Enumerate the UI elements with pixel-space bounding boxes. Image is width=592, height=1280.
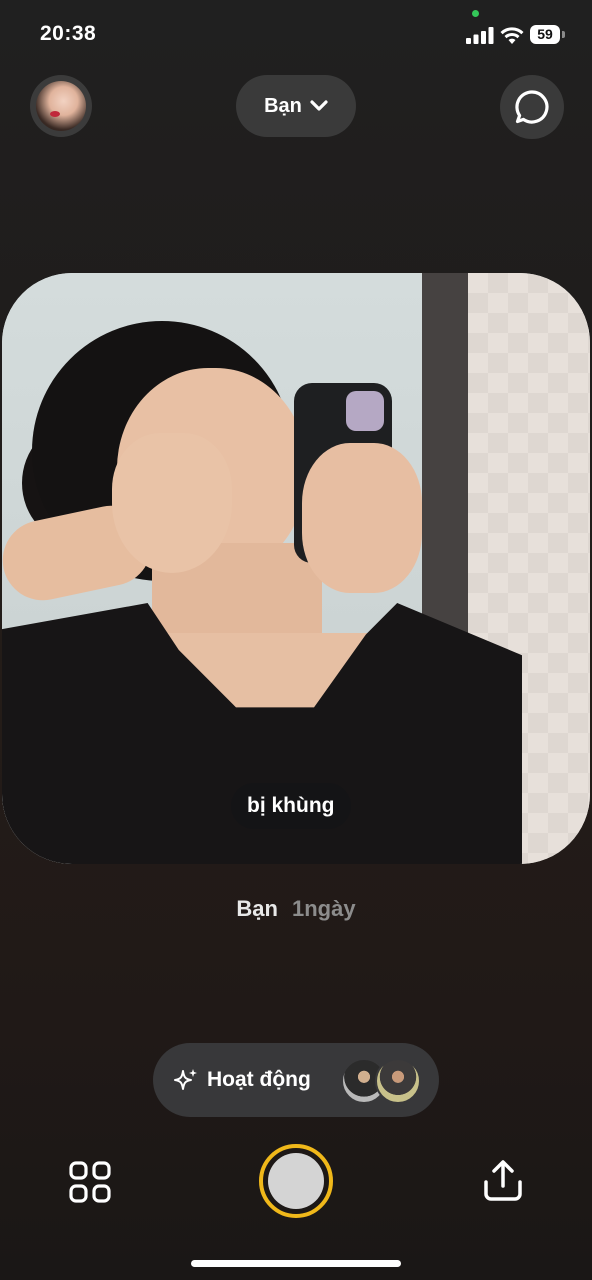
shutter-button[interactable] <box>259 1144 333 1218</box>
friends-filter-label: Bạn <box>264 94 302 117</box>
signal-icon <box>466 27 494 44</box>
chevron-down-icon <box>310 100 328 111</box>
post-author[interactable]: Bạn <box>236 896 278 921</box>
chat-button[interactable] <box>500 75 564 139</box>
chat-bubble-icon <box>515 90 549 124</box>
status-time: 20:38 <box>40 22 97 45</box>
friends-filter-button[interactable]: Bạn <box>236 75 356 137</box>
activity-avatars <box>341 1058 421 1104</box>
grid-icon[interactable] <box>68 1160 112 1204</box>
battery-icon: 59 <box>530 25 566 45</box>
post-time: 1ngày <box>291 896 356 921</box>
wifi-icon <box>500 27 524 44</box>
privacy-indicator <box>472 10 479 17</box>
home-indicator <box>191 1260 401 1267</box>
sparkles-icon <box>174 1069 197 1090</box>
profile-avatar-button[interactable] <box>30 75 92 137</box>
avatar <box>375 1058 421 1104</box>
peace-sign-hand <box>112 433 232 573</box>
share-icon[interactable] <box>480 1158 526 1204</box>
battery-level: 59 <box>530 25 560 44</box>
photo-caption: bị khùng <box>231 783 351 829</box>
post-meta: Bạn 1ngày <box>0 896 592 922</box>
activity-label: Hoạt động <box>207 1068 311 1091</box>
photo-card[interactable]: bị khùng <box>2 273 590 864</box>
activity-button[interactable]: Hoạt động <box>153 1043 439 1117</box>
avatar <box>36 81 86 131</box>
